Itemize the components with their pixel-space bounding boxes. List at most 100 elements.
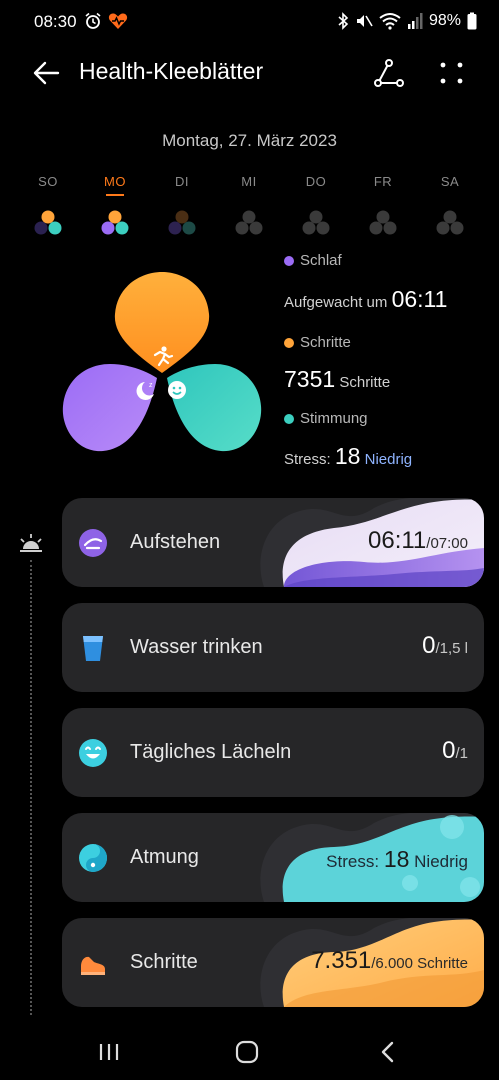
- mini-clover-icon: [168, 210, 196, 235]
- steps-count: 7351: [284, 366, 336, 392]
- home-icon[interactable]: [232, 1038, 262, 1066]
- mini-clover-icon: [235, 210, 263, 235]
- steps-leaf: [114, 272, 210, 373]
- smile-actual: 0: [442, 737, 456, 764]
- card-label: Wasser trinken: [130, 636, 263, 658]
- smile-icon: [168, 381, 186, 399]
- back-icon[interactable]: [374, 1038, 404, 1066]
- mood-leaf: [167, 364, 262, 452]
- steps-value-row: 7351 Schritte: [284, 366, 390, 393]
- signal-icon: [407, 13, 423, 29]
- stress-prefix: Stress:: [284, 451, 331, 468]
- wake-goal: /07:00: [426, 535, 468, 552]
- selected-date[interactable]: Montag, 27. März 2023: [0, 131, 499, 151]
- page-title: Health-Kleeblätter: [79, 58, 264, 84]
- steps-unit: Schritte: [339, 374, 391, 391]
- card-label: Schritte: [130, 951, 198, 973]
- status-bar: 08:30 98%: [0, 0, 499, 44]
- health-app-icon: [108, 13, 128, 29]
- day-saturday[interactable]: SA: [417, 174, 483, 236]
- card-label: Aufstehen: [130, 531, 221, 553]
- day-label: MO: [104, 174, 126, 189]
- sleep-prefix: Aufgewacht um: [284, 294, 388, 311]
- bluetooth-icon: [338, 12, 349, 30]
- alarm-icon: [85, 12, 101, 29]
- timeline-line: [30, 560, 32, 1015]
- smile-value: 0/1: [442, 737, 468, 765]
- legend-steps-label: Schritte: [300, 334, 351, 351]
- day-tuesday[interactable]: DI: [149, 174, 215, 236]
- smile-face-icon: [79, 739, 107, 767]
- breathing-value: Stress: 18 Niedrig: [326, 846, 468, 873]
- stress-value-row: Stress: 18 Niedrig: [284, 443, 412, 470]
- stress-label: Stress:: [326, 852, 380, 871]
- steps-value: 7.351/6.000 Schritte: [311, 947, 468, 975]
- svg-text:z: z: [149, 382, 153, 389]
- water-goal: /1,5 l: [435, 640, 468, 657]
- mood-dot: [284, 413, 294, 424]
- card-wake-up[interactable]: Aufstehen 06:11/07:00: [62, 498, 484, 587]
- wake-actual: 06:11: [368, 527, 427, 554]
- stress-rating: Niedrig: [414, 852, 468, 871]
- day-label: SA: [440, 174, 460, 189]
- share-icon[interactable]: [372, 56, 406, 90]
- card-label: Atmung: [130, 846, 199, 868]
- legend-sleep: Schlaf: [284, 252, 342, 269]
- wake-up-icon: [79, 529, 107, 557]
- wake-time: 06:11: [391, 286, 448, 312]
- sunrise-icon: [20, 534, 42, 552]
- steps-goal: /6.000 Schritte: [371, 955, 468, 972]
- card-label: Tägliches Lächeln: [130, 741, 292, 763]
- status-time: 08:30: [34, 12, 77, 31]
- active-day-indicator: [106, 194, 124, 196]
- legend-steps: Schritte: [284, 334, 351, 351]
- day-label: DO: [305, 174, 327, 189]
- battery-icon: [467, 12, 477, 30]
- day-label: FR: [373, 174, 393, 189]
- back-arrow-icon[interactable]: [30, 56, 64, 90]
- day-label: DI: [175, 174, 189, 189]
- app-header: Health-Kleeblätter: [0, 52, 499, 92]
- more-icon[interactable]: [438, 56, 466, 90]
- wake-time-value: 06:11/07:00: [368, 527, 468, 555]
- day-thursday[interactable]: DO: [283, 174, 349, 236]
- day-label: SO: [38, 174, 58, 189]
- card-smile[interactable]: Tägliches Lächeln 0/1: [62, 708, 484, 797]
- legend-mood: Stimmung: [284, 410, 368, 427]
- water-glass-icon: [83, 636, 103, 661]
- system-nav-bar: [0, 1024, 499, 1080]
- mini-clover-icon: [34, 210, 62, 235]
- sleep-dot: [284, 255, 294, 266]
- week-selector: SO MO DI MI DO FR SA: [15, 174, 483, 244]
- smile-goal: /1: [455, 745, 468, 762]
- mini-clover-icon: [436, 210, 464, 235]
- water-actual: 0: [422, 632, 436, 659]
- mute-icon: [356, 15, 373, 27]
- water-value: 0/1,5 l: [422, 632, 468, 660]
- breathing-icon: [79, 844, 107, 872]
- battery-percent: 98%: [428, 12, 461, 29]
- health-clover[interactable]: z: [55, 266, 275, 466]
- steps-actual: 7.351: [311, 947, 372, 974]
- steps-dot: [284, 337, 294, 348]
- day-wednesday[interactable]: MI: [216, 174, 282, 236]
- mini-clover-icon: [101, 210, 129, 235]
- shoe-icon: [81, 956, 105, 975]
- card-water[interactable]: Wasser trinken 0/1,5 l: [62, 603, 484, 692]
- wifi-icon: [379, 13, 401, 30]
- day-label: MI: [241, 174, 257, 189]
- mini-clover-icon: [369, 210, 397, 235]
- card-breathing[interactable]: Atmung Stress: 18 Niedrig: [62, 813, 484, 902]
- legend-mood-label: Stimmung: [300, 410, 368, 427]
- mini-clover-icon: [302, 210, 330, 235]
- sleep-leaf: [62, 364, 157, 452]
- day-monday[interactable]: MO: [82, 174, 148, 236]
- legend-sleep-label: Schlaf: [300, 252, 342, 269]
- stress-number: 18: [383, 846, 410, 872]
- recent-apps-icon[interactable]: [94, 1038, 124, 1066]
- day-sunday[interactable]: SO: [15, 174, 81, 236]
- day-friday[interactable]: FR: [350, 174, 416, 236]
- stress-value: 18: [334, 443, 361, 469]
- card-steps[interactable]: Schritte 7.351/6.000 Schritte: [62, 918, 484, 1007]
- stress-level: Niedrig: [364, 451, 413, 468]
